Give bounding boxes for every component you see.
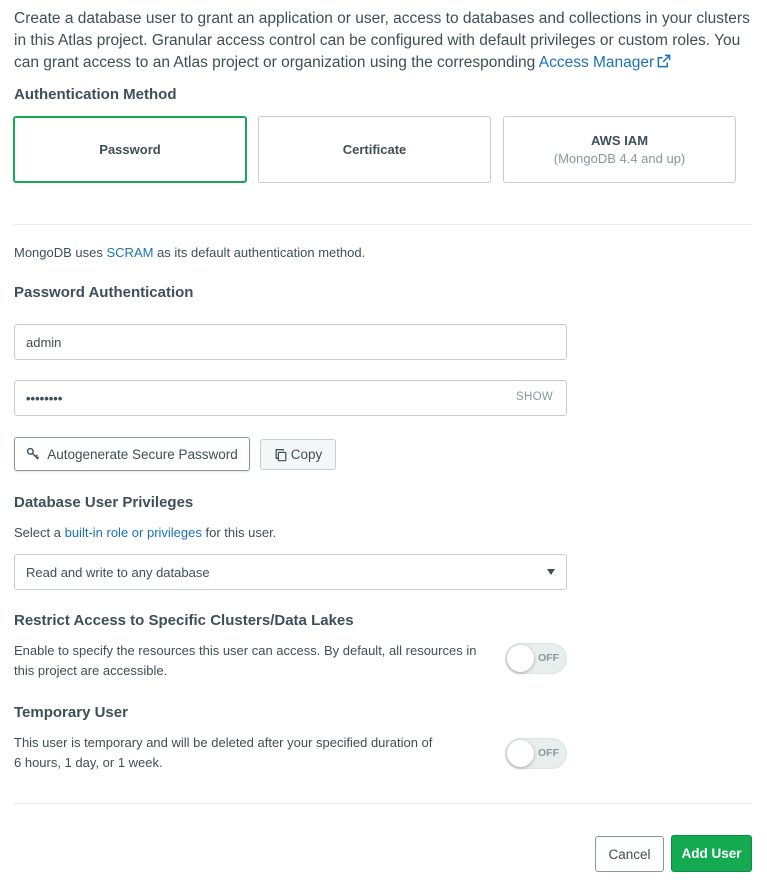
username-input[interactable]: admin (14, 324, 567, 360)
auth-option-password[interactable]: Password (13, 116, 247, 183)
scram-note-after: as its default authentication method. (153, 245, 366, 260)
privileges-desc: Select a built-in role or privileges for… (14, 523, 276, 543)
key-icon (27, 447, 40, 460)
auth-option-subtitle: (MongoDB 4.4 and up) (553, 151, 686, 166)
scram-note: MongoDB uses SCRAM as its default authen… (14, 243, 365, 263)
toggle-state-label: OFF (538, 747, 559, 759)
caret-down-icon (547, 569, 555, 575)
autogenerate-label: Autogenerate Secure Password (47, 446, 238, 462)
copy-label: Copy (290, 447, 323, 462)
password-value: •••••••• (26, 390, 63, 406)
toggle-state-label: OFF (538, 652, 559, 664)
access-manager-link[interactable]: Access Manager (539, 54, 654, 71)
built-in-role-link[interactable]: built-in role or privileges (65, 525, 202, 540)
scram-note-before: MongoDB uses (14, 245, 107, 260)
auth-method-heading: Authentication Method (14, 86, 177, 103)
auth-option-title: Certificate (342, 142, 407, 157)
temporary-heading: Temporary User (14, 704, 128, 721)
autogenerate-password-button[interactable]: Autogenerate Secure Password (14, 437, 250, 471)
auth-option-title: AWS IAM (590, 133, 649, 148)
toggle-knob (507, 645, 534, 672)
cancel-button[interactable]: Cancel (595, 836, 664, 872)
password-input[interactable]: •••••••• SHOW (14, 380, 567, 416)
restrict-access-toggle[interactable]: OFF (505, 643, 567, 674)
toggle-knob (507, 740, 534, 767)
temporary-user-toggle[interactable]: OFF (505, 738, 567, 769)
role-select-value: Read and write to any database (26, 564, 210, 580)
intro-text: Create a database user to grant an appli… (14, 8, 754, 74)
role-select[interactable]: Read and write to any database (14, 554, 567, 590)
add-user-button[interactable]: Add User (671, 835, 752, 872)
password-auth-heading: Password Authentication (14, 284, 194, 301)
copy-password-button[interactable]: Copy (260, 439, 336, 470)
show-password-button[interactable]: SHOW (516, 391, 553, 403)
temporary-desc: This user is temporary and will be delet… (14, 733, 432, 773)
privileges-desc-before: Select a (14, 525, 65, 540)
divider (14, 803, 752, 804)
restrict-heading: Restrict Access to Specific Clusters/Dat… (14, 612, 354, 629)
restrict-desc: Enable to specify the resources this use… (14, 643, 477, 678)
auth-option-certificate[interactable]: Certificate (258, 116, 491, 183)
privileges-desc-after: for this user. (201, 525, 277, 540)
auth-option-aws-iam[interactable]: AWS IAM (MongoDB 4.4 and up) (503, 116, 736, 183)
external-link-icon[interactable] (656, 54, 671, 69)
temporary-desc-line2: 6 hours, 1 day, or 1 week. (14, 755, 163, 770)
username-value: admin (26, 334, 62, 350)
scram-link[interactable]: SCRAM (107, 245, 154, 260)
divider (14, 224, 752, 225)
privileges-heading: Database User Privileges (14, 494, 194, 511)
temporary-desc-line1: This user is temporary and will be delet… (14, 735, 433, 750)
copy-icon (275, 448, 287, 461)
auth-option-title: Password (99, 142, 161, 157)
